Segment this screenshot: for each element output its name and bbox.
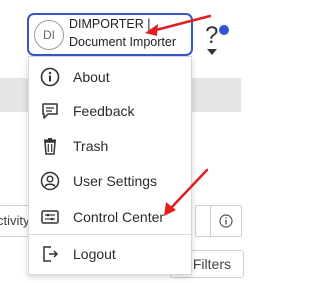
- annotation-arrows: [145, 14, 212, 216]
- annotation-arrow-control-center: [164, 168, 209, 216]
- annotation-arrow-top: [145, 14, 212, 36]
